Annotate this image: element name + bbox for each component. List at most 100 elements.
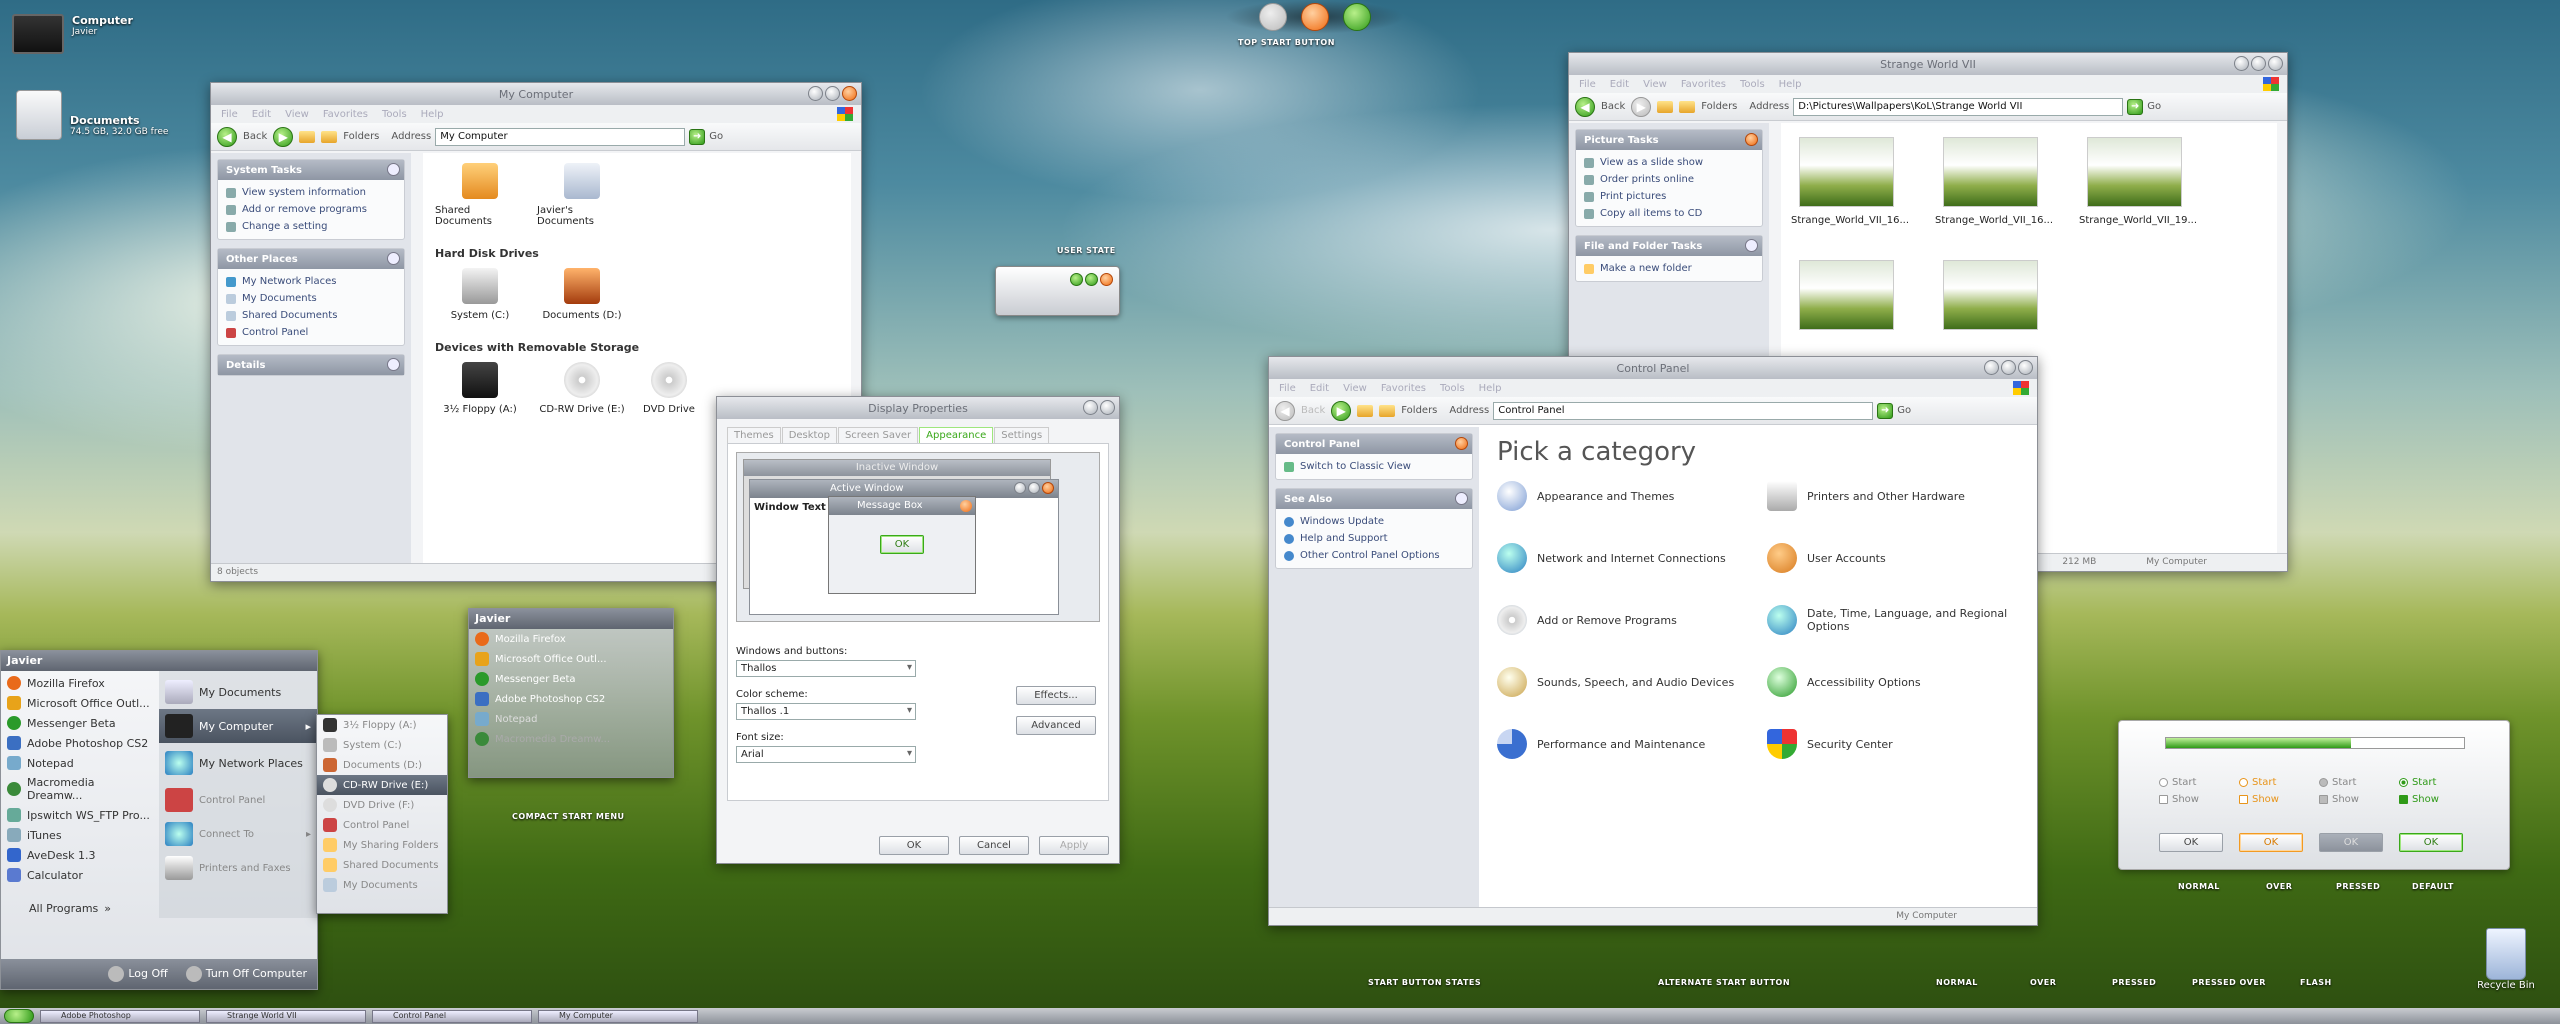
close-button[interactable] bbox=[2018, 360, 2033, 375]
tab-desktop[interactable]: Desktop bbox=[781, 427, 837, 443]
category-programs[interactable]: Add or Remove Programs bbox=[1497, 601, 1747, 639]
go-button[interactable]: Go bbox=[709, 131, 723, 142]
place-item[interactable]: Printers and Faxes bbox=[159, 851, 317, 885]
menu-help[interactable]: Help bbox=[1479, 383, 1502, 394]
place-item[interactable]: Connect To ▸ bbox=[159, 817, 317, 851]
see-also-link[interactable]: Other Control Panel Options bbox=[1276, 547, 1472, 564]
file-item[interactable]: Javier's Documents bbox=[537, 163, 627, 227]
back-button[interactable]: Back bbox=[243, 131, 267, 142]
taskbar-item[interactable]: Strange World VII bbox=[206, 1009, 366, 1023]
place-item[interactable]: My Network Places bbox=[159, 743, 317, 783]
submenu-item[interactable]: DVD Drive (F:) bbox=[317, 795, 447, 815]
go-arrow-icon[interactable]: ➜ bbox=[689, 128, 706, 145]
tab-themes[interactable]: Themes bbox=[727, 427, 781, 443]
back-button[interactable]: Back bbox=[1601, 101, 1625, 112]
back-arrow-icon[interactable]: ◀ bbox=[1275, 400, 1295, 421]
menu-file[interactable]: File bbox=[1279, 383, 1296, 394]
address-field[interactable]: My Computer bbox=[435, 127, 686, 146]
close-button[interactable] bbox=[2268, 56, 2283, 71]
radio-start[interactable]: Start bbox=[2238, 777, 2279, 788]
category-appearance[interactable]: Appearance and Themes bbox=[1497, 477, 1747, 515]
thumbnail-item[interactable] bbox=[1791, 260, 1901, 330]
place-item[interactable]: My Computer ▸ bbox=[159, 709, 317, 743]
menu-tools[interactable]: Tools bbox=[382, 109, 407, 120]
radio-start[interactable]: Start bbox=[2318, 777, 2359, 788]
menu-view[interactable]: View bbox=[1343, 383, 1367, 394]
start-button-over[interactable] bbox=[1301, 3, 1329, 31]
advanced-button[interactable]: Advanced bbox=[1016, 716, 1096, 735]
up-folder-icon[interactable] bbox=[1657, 100, 1674, 113]
menu-file[interactable]: File bbox=[221, 109, 238, 120]
menu-edit[interactable]: Edit bbox=[1310, 383, 1329, 394]
program-item[interactable]: Messenger Beta bbox=[469, 669, 619, 689]
task-link[interactable]: Copy all items to CD bbox=[1576, 205, 1762, 222]
minimize-button[interactable] bbox=[1984, 360, 1999, 375]
place-link[interactable]: Control Panel bbox=[218, 324, 404, 341]
menu-help[interactable]: Help bbox=[1779, 79, 1802, 90]
menu-file[interactable]: File bbox=[1579, 79, 1596, 90]
ok-button[interactable]: OK bbox=[879, 535, 925, 554]
all-programs-button[interactable]: All Programs » bbox=[1, 899, 159, 918]
program-item[interactable]: Notepad bbox=[469, 709, 619, 729]
minimize-button[interactable] bbox=[2234, 56, 2249, 71]
log-off-button[interactable]: Log Off bbox=[108, 966, 168, 982]
category-date-time[interactable]: Date, Time, Language, and Regional Optio… bbox=[1767, 601, 2017, 639]
folders-button[interactable]: Folders bbox=[1701, 101, 1737, 112]
status-online-icon[interactable] bbox=[1070, 273, 1083, 286]
ok-button[interactable]: OK bbox=[879, 836, 949, 855]
maximize-button[interactable] bbox=[2001, 360, 2016, 375]
menu-favorites[interactable]: Favorites bbox=[323, 109, 368, 120]
program-item[interactable]: Microsoft Office Outl... bbox=[469, 649, 619, 669]
collapse-button[interactable] bbox=[387, 163, 400, 176]
collapse-button[interactable] bbox=[1455, 492, 1468, 505]
see-also-link[interactable]: Windows Update bbox=[1276, 513, 1472, 530]
thumbnail-item[interactable]: Strange_World_VII_19... bbox=[2079, 137, 2197, 226]
category-sounds[interactable]: Sounds, Speech, and Audio Devices bbox=[1497, 663, 1747, 701]
submenu-item[interactable]: My Documents bbox=[317, 875, 447, 895]
ok-button-over[interactable]: OK bbox=[2239, 833, 2303, 852]
tab-appearance[interactable]: Appearance bbox=[919, 427, 994, 443]
go-button[interactable]: Go bbox=[1897, 405, 1911, 416]
collapse-button[interactable] bbox=[1455, 437, 1468, 450]
menu-view[interactable]: View bbox=[1643, 79, 1667, 90]
folders-button[interactable]: Folders bbox=[1401, 405, 1437, 416]
task-link[interactable]: Order prints online bbox=[1576, 171, 1762, 188]
submenu-item[interactable]: System (C:) bbox=[317, 735, 447, 755]
category-network[interactable]: Network and Internet Connections bbox=[1497, 539, 1747, 577]
task-link[interactable]: View as a slide show bbox=[1576, 154, 1762, 171]
program-item[interactable]: AveDesk 1.3 bbox=[1, 845, 159, 865]
desktop-icon-documents[interactable]: Documents 74.5 GB, 32.0 GB free bbox=[16, 90, 168, 140]
back-arrow-icon[interactable]: ◀ bbox=[217, 126, 237, 147]
submenu-item[interactable]: CD-RW Drive (E:) bbox=[317, 775, 447, 795]
status-away-icon[interactable] bbox=[1100, 273, 1113, 286]
place-link[interactable]: Shared Documents bbox=[218, 307, 404, 324]
thumbnail-item[interactable]: Strange_World_VII_16... bbox=[1791, 137, 1909, 226]
program-item[interactable]: Macromedia Dreamw... bbox=[1, 773, 159, 805]
switch-classic-link[interactable]: Switch to Classic View bbox=[1276, 458, 1472, 475]
forward-arrow-icon[interactable]: ▶ bbox=[1331, 400, 1352, 421]
start-button[interactable] bbox=[4, 1009, 34, 1023]
ok-button-normal[interactable]: OK bbox=[2159, 833, 2223, 852]
category-printers[interactable]: Printers and Other Hardware bbox=[1767, 477, 2017, 515]
menu-view[interactable]: View bbox=[285, 109, 309, 120]
recycle-bin[interactable]: Recycle Bin bbox=[2476, 928, 2536, 991]
task-link[interactable]: Make a new folder bbox=[1576, 260, 1762, 277]
close-button[interactable] bbox=[842, 86, 857, 101]
apply-button[interactable]: Apply bbox=[1039, 836, 1109, 855]
menu-tools[interactable]: Tools bbox=[1740, 79, 1765, 90]
tab-screen-saver[interactable]: Screen Saver bbox=[837, 427, 919, 443]
see-also-link[interactable]: Help and Support bbox=[1276, 530, 1472, 547]
program-item[interactable]: Mozilla Firefox bbox=[469, 629, 619, 649]
desktop-icon-computer[interactable]: Computer Javier bbox=[12, 14, 133, 54]
taskbar-item[interactable]: My Computer bbox=[538, 1009, 698, 1023]
taskbar-item[interactable]: Adobe Photoshop bbox=[40, 1009, 200, 1023]
drive-item[interactable]: CD-RW Drive (E:) bbox=[537, 362, 627, 415]
title-bar[interactable]: Control Panel bbox=[1269, 357, 2037, 379]
cancel-button[interactable]: Cancel bbox=[959, 836, 1029, 855]
go-button[interactable]: Go bbox=[2147, 101, 2161, 112]
up-folder-icon[interactable] bbox=[1357, 404, 1374, 417]
place-link[interactable]: My Documents bbox=[218, 290, 404, 307]
address-field[interactable]: D:\Pictures\Wallpapers\KoL\Strange World… bbox=[1793, 97, 2124, 116]
program-item[interactable]: Adobe Photoshop CS2 bbox=[1, 733, 159, 753]
place-link[interactable]: My Network Places bbox=[218, 273, 404, 290]
